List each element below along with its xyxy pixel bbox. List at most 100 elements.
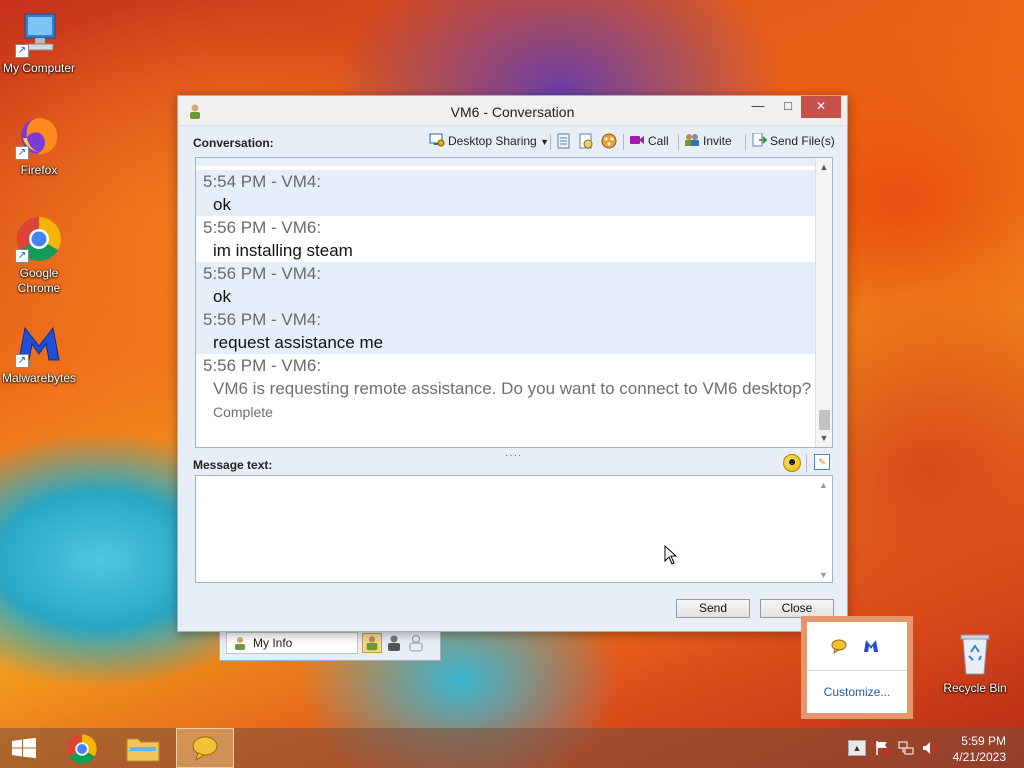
message-text-label: Message text: — [193, 458, 273, 472]
malwarebytes-tray-icon[interactable] — [863, 638, 879, 654]
message-header: 5:56 PM - VM4: — [203, 310, 322, 329]
scroll-down-icon[interactable]: ▼ — [816, 431, 832, 445]
scroll-down-icon[interactable]: ▼ — [819, 570, 828, 580]
tray-overflow-popup: Customize... — [801, 616, 913, 719]
toolbar-separator — [745, 134, 746, 150]
send-files-button[interactable]: Send File(s) — [751, 132, 835, 150]
conversation-label: Conversation: — [193, 136, 274, 150]
clock-date: 4/21/2023 — [952, 750, 1006, 764]
maximize-button[interactable]: □ — [774, 96, 802, 118]
desktop-icon-malwarebytes[interactable]: ↗ Malwarebytes — [0, 320, 78, 386]
video-call-icon — [630, 136, 644, 144]
message-item: 5:56 PM - VM4: ok 5:56 PM - VM4: request… — [196, 262, 816, 354]
message-body: im installing steam — [213, 241, 353, 260]
font-format-icon[interactable]: ✎ — [814, 454, 830, 470]
desktop-icon-chrome[interactable]: ↗ Google Chrome — [0, 215, 78, 296]
toolbar-separator — [678, 134, 679, 150]
customize-link[interactable]: Customize... — [807, 685, 907, 699]
desktop-icon-label: Google Chrome — [17, 266, 61, 295]
mouse-cursor-icon — [664, 545, 678, 565]
message-header: 5:56 PM - VM6: — [203, 356, 322, 375]
my-info-label: My Info — [253, 636, 293, 650]
notes-icon[interactable] — [556, 132, 572, 150]
invite-button[interactable]: Invite — [684, 132, 732, 150]
desktop-icon-label: Malwarebytes — [1, 371, 77, 385]
status-online-icon[interactable] — [362, 633, 382, 653]
remote-assistance-request-text: VM6 is requesting remote assistance. Do … — [213, 379, 812, 398]
chrome-icon — [67, 734, 97, 764]
message-body: VM6 is requesting remote assistance. Do … — [203, 377, 816, 424]
firefox-icon: ↗ — [15, 112, 63, 160]
taskbar-chrome[interactable] — [54, 728, 112, 768]
history-scrollbar[interactable]: ▲ ▼ — [815, 158, 832, 447]
scrollbar-thumb[interactable] — [819, 410, 830, 430]
emoticon-icon[interactable]: ☻ — [783, 454, 801, 472]
pane-splitter[interactable]: ···· — [505, 450, 522, 461]
chrome-icon: ↗ — [15, 215, 63, 263]
volume-muted-icon[interactable] — [922, 740, 938, 756]
minimize-button[interactable]: — — [744, 96, 772, 118]
clock-time: 5:59 PM — [961, 734, 1006, 748]
desktop-sharing-button[interactable]: Desktop Sharing ▼ — [429, 132, 549, 150]
start-button[interactable] — [0, 728, 50, 768]
computer-icon: ↗ — [15, 10, 63, 58]
desktop-icon-my-computer[interactable]: ↗ My Computer — [0, 10, 78, 76]
folder-icon — [126, 738, 160, 762]
scroll-up-icon[interactable]: ▲ — [819, 480, 828, 490]
shortcut-arrow-icon: ↗ — [15, 44, 29, 58]
message-body: request assistance me — [213, 333, 384, 352]
conversation-window: VM6 - Conversation — □ ✕ Conversation: D… — [177, 95, 848, 632]
toolbar-separator — [623, 134, 624, 150]
messenger-main-bar: My Info — [219, 627, 441, 661]
message-input[interactable] — [195, 475, 833, 583]
show-hidden-icons-button[interactable]: ▲ — [848, 740, 866, 756]
scroll-up-icon[interactable]: ▲ — [816, 160, 832, 174]
network-icon[interactable] — [898, 740, 914, 756]
send-button[interactable]: Send — [676, 599, 750, 618]
taskbar-file-explorer[interactable] — [114, 728, 172, 768]
list-item — [196, 158, 816, 169]
conversation-toolbar: Conversation: Desktop Sharing ▼ Call Inv… — [178, 126, 847, 154]
shortcut-arrow-icon: ↗ — [15, 249, 29, 263]
desktop-icon-label: Firefox — [20, 163, 58, 177]
message-item: 5:54 PM - VM4: ok — [196, 170, 816, 216]
desktop-sharing-label: Desktop Sharing — [448, 134, 537, 148]
status-offline-icon[interactable] — [406, 633, 426, 653]
desktop-icon-firefox[interactable]: ↗ Firefox — [0, 112, 78, 178]
recycle-bin-icon — [951, 630, 999, 678]
close-window-button[interactable]: ✕ — [801, 96, 841, 118]
send-files-label: Send File(s) — [770, 134, 835, 148]
invite-label: Invite — [703, 134, 732, 148]
taskbar: ▲ 5:59 PM 4/21/2023 — [0, 728, 1024, 768]
windows-logo-icon — [12, 738, 36, 758]
message-scrollbar[interactable]: ▲ ▼ — [817, 476, 832, 582]
desktop-icon-label: My Computer — [2, 61, 76, 75]
divider — [807, 670, 907, 671]
status-away-icon[interactable] — [384, 633, 404, 653]
window-titlebar[interactable]: VM6 - Conversation — □ ✕ — [178, 96, 847, 126]
call-button[interactable]: Call — [629, 132, 669, 150]
chevron-down-icon: ▼ — [540, 137, 549, 147]
conversation-history[interactable]: 5:54 PM - VM4: ok 5:56 PM - VM6: im inst… — [195, 157, 833, 448]
message-header: 5:54 PM - VM4: — [203, 172, 322, 191]
message-item: 5:56 PM - VM6: VM6 is requesting remote … — [196, 354, 816, 424]
call-label: Call — [648, 134, 669, 148]
message-header-partial — [203, 158, 816, 169]
message-header: 5:56 PM - VM4: — [203, 264, 322, 283]
games-icon[interactable] — [600, 132, 618, 150]
toolbar-separator — [550, 134, 551, 150]
history-icon[interactable] — [578, 132, 594, 150]
message-body: ok — [213, 287, 231, 306]
request-status: Complete — [213, 404, 273, 420]
desktop-icon-recycle-bin[interactable]: Recycle Bin — [936, 630, 1014, 696]
my-info-button[interactable]: My Info — [226, 632, 358, 654]
send-file-icon — [752, 133, 767, 147]
taskbar-clock[interactable]: 5:59 PM 4/21/2023 — [953, 733, 1006, 765]
desktop-icon-label: Recycle Bin — [943, 681, 1007, 695]
taskbar-messenger[interactable] — [176, 728, 234, 768]
action-center-flag-icon[interactable] — [874, 740, 890, 756]
messenger-chat-icon — [192, 736, 218, 761]
invite-users-icon — [685, 134, 699, 146]
shortcut-arrow-icon: ↗ — [15, 354, 29, 368]
messenger-tray-icon[interactable] — [831, 638, 847, 654]
